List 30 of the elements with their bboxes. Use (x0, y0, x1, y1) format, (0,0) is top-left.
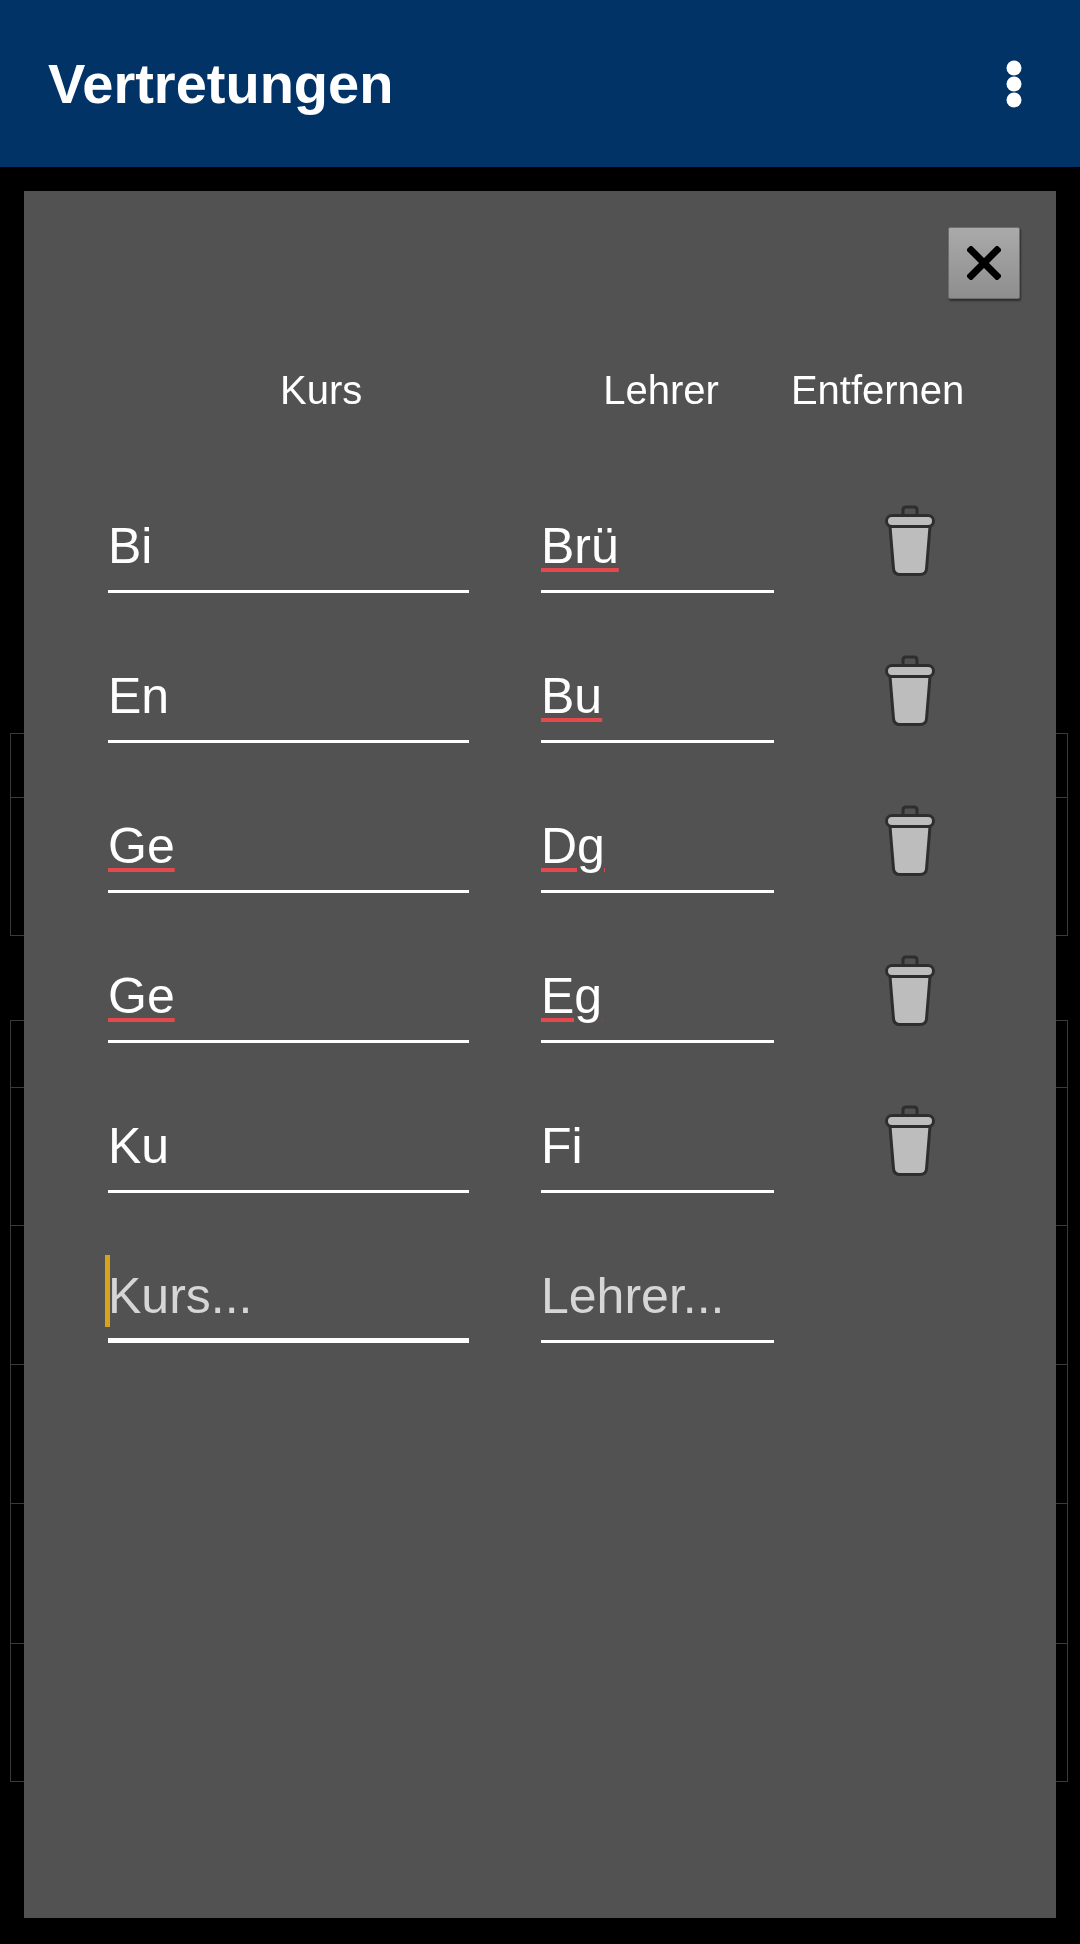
close-icon (967, 246, 1001, 280)
trash-icon (884, 505, 936, 577)
teacher-field[interactable]: Fi (541, 1116, 774, 1193)
app-title: Vertretungen (48, 51, 394, 116)
close-button[interactable] (948, 227, 1020, 299)
trash-icon (884, 955, 936, 1027)
trash-icon (884, 655, 936, 727)
delete-button[interactable] (884, 655, 936, 727)
delete-button[interactable] (884, 505, 936, 577)
trash-icon (884, 805, 936, 877)
three-dots-icon (1005, 59, 1023, 108)
teacher-input[interactable]: Lehrer... (541, 1266, 774, 1343)
delete-button[interactable] (884, 955, 936, 1027)
trash-icon (884, 1105, 936, 1177)
teacher-field[interactable]: Brü (541, 516, 774, 593)
column-header: Lehrer (603, 367, 719, 414)
course-field[interactable]: Ku (108, 1116, 469, 1193)
teacher-field[interactable]: Dg (541, 816, 774, 893)
column-header: Entfernen (790, 367, 965, 414)
course-field[interactable]: En (108, 666, 469, 743)
course-input[interactable]: Kurs... (108, 1266, 469, 1343)
teacher-field[interactable]: Eg (541, 966, 774, 1043)
course-field[interactable]: Ge (108, 816, 469, 893)
teacher-field[interactable]: Bu (541, 666, 774, 743)
delete-button[interactable] (884, 805, 936, 877)
course-field[interactable]: Bi (108, 516, 469, 593)
more-options-button[interactable] (1005, 59, 1023, 108)
column-header: Kurs (280, 367, 363, 414)
delete-button[interactable] (884, 1105, 936, 1177)
course-field[interactable]: Ge (108, 966, 469, 1043)
